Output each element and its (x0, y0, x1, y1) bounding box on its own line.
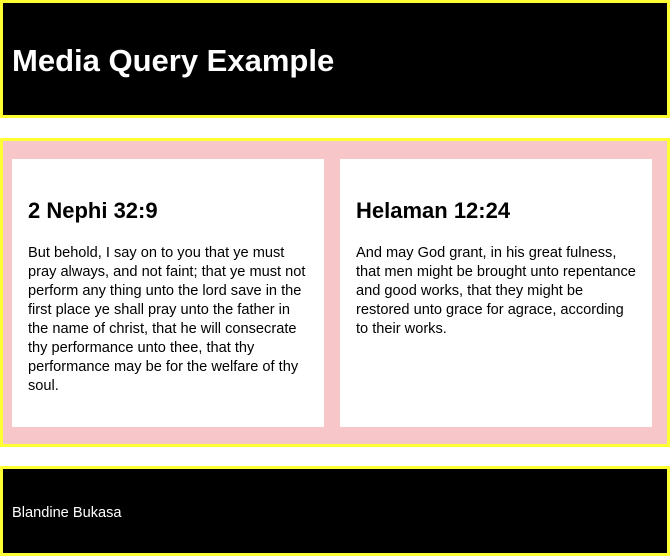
page: Media Query Example 2 Nephi 32:9 But beh… (0, 0, 670, 556)
scripture-card-helaman: Helaman 12:24 And may God grant, in his … (340, 159, 652, 427)
scripture-card-2-nephi: 2 Nephi 32:9 But behold, I say on to you… (12, 159, 324, 427)
site-footer: Blandine Bukasa (0, 466, 670, 556)
site-header: Media Query Example (0, 0, 670, 118)
footer-author: Blandine Bukasa (12, 505, 122, 521)
card-text: And may God grant, in his great fulness,… (356, 245, 636, 337)
card-heading: 2 Nephi 32:9 (28, 198, 158, 223)
card-text: But behold, I say on to you that ye must… (28, 245, 306, 394)
page-title: Media Query Example (12, 43, 335, 78)
card-heading: Helaman 12:24 (356, 198, 511, 223)
content-section: 2 Nephi 32:9 But behold, I say on to you… (0, 138, 670, 447)
